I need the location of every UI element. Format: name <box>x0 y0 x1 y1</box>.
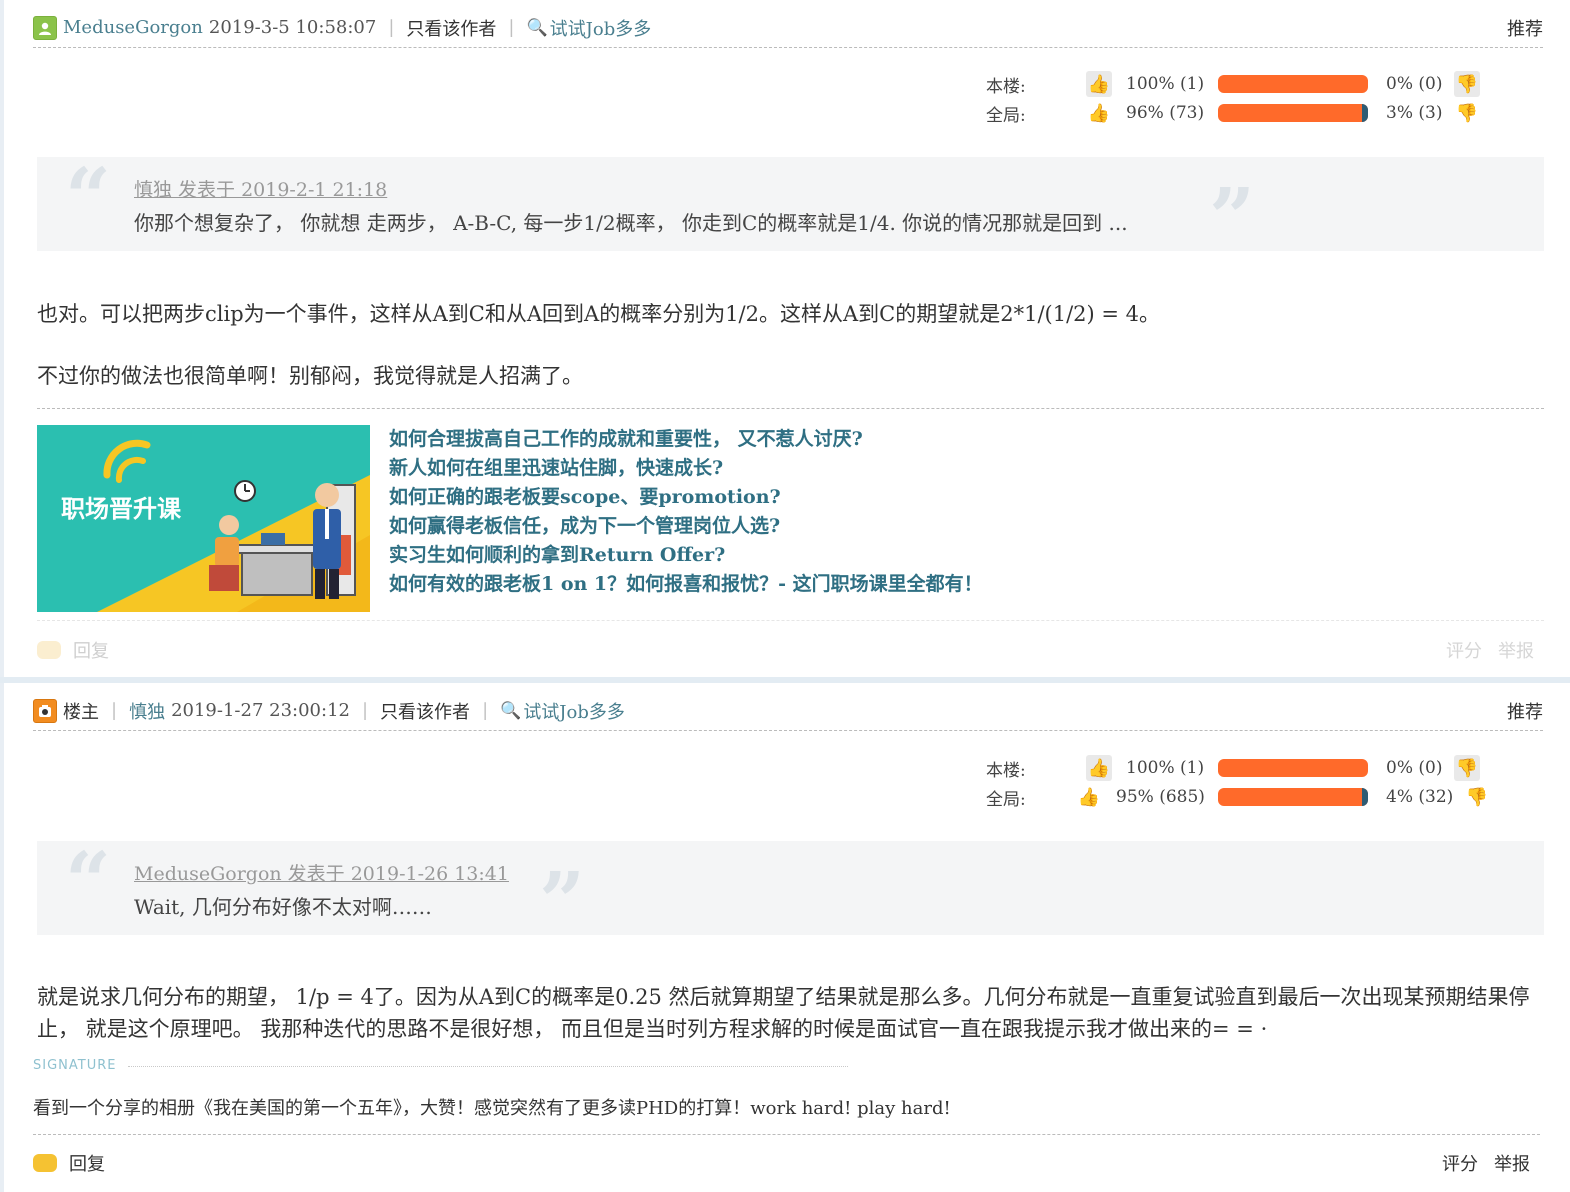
vote-row-global: 全局: 👍 96% (73) 3% (3) 👎 <box>986 99 1506 127</box>
vote-floor-down: 0% (0) <box>1386 74 1443 94</box>
divider: | <box>508 17 515 38</box>
thumbs-up-icon: 👍 <box>1077 786 1101 808</box>
post-paragraph: 不过你的做法也很简单啊！别郁闷，我觉得就是人招满了。 <box>37 364 583 388</box>
try-job-link[interactable]: 🔍 试试Job多多 <box>500 698 625 724</box>
ad-link[interactable]: 如何赢得老板信任，成为下一个管理岗位人选? <box>389 512 983 541</box>
post-footer: 回复 评分 举报 <box>37 636 1534 664</box>
thumbs-down-icon: 👎 <box>1455 102 1479 124</box>
vote-floor-label: 本楼: <box>986 760 1026 781</box>
quote-text: 你那个想复杂了， 你就想 走两步， A-B-C, 每一步1/2概率， 你走到C的… <box>134 211 1128 235</box>
vote-row-floor: 本楼: 👍 100% (1) 0% (0) 👎 <box>986 70 1506 98</box>
quote-close-icon: ” <box>539 854 586 948</box>
author-name-link[interactable]: 慎独 <box>129 698 165 724</box>
vote-global-label: 全局: <box>986 789 1026 810</box>
thumbs-down-icon: 👎 <box>1465 786 1489 808</box>
vote-global-up: 96% (73) <box>1126 103 1205 123</box>
quote-close-icon: ” <box>1209 170 1256 264</box>
divider <box>128 1066 848 1067</box>
vote-floor-bar <box>1218 75 1368 93</box>
vote-floor-label: 本楼: <box>986 76 1026 97</box>
rate-button[interactable]: 评分 <box>1442 1150 1478 1176</box>
post-actions: 评分 举报 <box>1446 637 1534 663</box>
quote-block: “ MeduseGorgon 发表于 2019-1-26 13:41 Wait,… <box>37 834 1544 941</box>
quote-meta-link[interactable]: 慎独 发表于 2019-2-1 21:18 <box>134 175 387 202</box>
career-course-links: 如何合理拔高自己工作的成就和重要性， 又不惹人讨厌? 新人如何在组里迅速站住脚，… <box>389 425 983 599</box>
vote-floor-up: 100% (1) <box>1126 758 1205 778</box>
thumbs-down-icon[interactable]: 👎 <box>1454 71 1480 97</box>
vote-floor-bar <box>1218 759 1368 777</box>
divider <box>37 408 1544 409</box>
vote-global-bar <box>1218 788 1368 806</box>
report-button[interactable]: 举报 <box>1494 1150 1530 1176</box>
quote-open-icon: “ <box>65 834 112 928</box>
vote-bar-down-part <box>1362 788 1368 806</box>
banner-title: 职场晋升课 <box>61 495 182 523</box>
signature-label: SIGNATURE <box>33 1058 117 1073</box>
recommend-button[interactable]: 推荐 <box>1507 15 1543 41</box>
ad-link[interactable]: 如何有效的跟老板1 on 1？如何报喜和报忧？- 这门职场课里全都有！ <box>389 570 983 599</box>
post-paragraph: 就是说求几何分布的期望， 1/p = 4了。因为从A到C的概率是0.25 然后就… <box>37 985 1530 1009</box>
quote-meta-link[interactable]: MeduseGorgon 发表于 2019-1-26 13:41 <box>134 859 509 886</box>
divider: | <box>482 700 489 721</box>
try-job-link[interactable]: 🔍 试试Job多多 <box>526 15 651 41</box>
speech-bubble-icon <box>33 1154 57 1172</box>
magnifier-icon: 🔍 <box>526 17 548 38</box>
vote-floor-up: 100% (1) <box>1126 74 1205 94</box>
post-paragraph: 也对。可以把两步clip为一个事件，这样从A到C和从A回到A的概率分别为1/2。… <box>37 302 1161 326</box>
vote-global-bar <box>1218 104 1368 122</box>
reply-button[interactable]: 回复 <box>69 1150 105 1176</box>
vote-global-label: 全局: <box>986 105 1026 126</box>
try-job-label: 试试Job多多 <box>523 701 625 723</box>
quote-open-icon: “ <box>65 150 112 244</box>
post-footer: 回复 评分 举报 <box>33 1149 1530 1177</box>
speech-bubble-icon <box>37 641 61 659</box>
only-author-link[interactable]: 只看该作者 <box>380 698 470 724</box>
vote-bar-down-part <box>1362 104 1368 122</box>
career-course-banner[interactable]: 职场晋升课 <box>37 425 370 612</box>
recommend-button[interactable]: 推荐 <box>1507 698 1543 724</box>
post-paragraph: 止， 就是这个原理吧。 我那种迭代的思路不是很好想， 而且但是当时列方程求解的时… <box>37 1017 1268 1041</box>
post-time: 2019-3-5 10:58:07 <box>208 17 377 38</box>
thumbs-up-icon: 👍 <box>1087 102 1111 124</box>
post-author-bar: 楼主 | 慎独 2019-1-27 23:00:12 | 只看该作者 | 🔍 试… <box>33 691 1543 731</box>
thumbs-up-icon[interactable]: 👍 <box>1086 71 1112 97</box>
vote-row-floor: 本楼: 👍 100% (1) 0% (0) 👎 <box>986 754 1506 782</box>
vote-row-global: 全局: 👍 95% (685) 4% (32) 👎 <box>986 783 1506 811</box>
ad-link[interactable]: 如何合理拔高自己工作的成就和重要性， 又不惹人讨厌? <box>389 425 983 454</box>
quote-text: Wait, 几何分布好像不太对啊…… <box>134 895 432 919</box>
vote-global-up: 95% (685) <box>1116 787 1205 807</box>
quote-block: “ 慎独 发表于 2019-2-1 21:18 你那个想复杂了， 你就想 走两步… <box>37 150 1544 257</box>
thumbs-up-icon[interactable]: 👍 <box>1086 755 1112 781</box>
post-1: MeduseGorgon 2019-3-5 10:58:07 | 只看该作者 |… <box>0 0 1570 677</box>
try-job-label: 试试Job多多 <box>549 18 652 40</box>
thread-owner-label: 楼主 <box>63 701 99 723</box>
divider <box>37 620 1544 621</box>
ad-link[interactable]: 如何正确的跟老板要scope、要promotion? <box>389 483 983 512</box>
post-actions: 评分 举报 <box>1442 1150 1530 1176</box>
post-author-bar: MeduseGorgon 2019-3-5 10:58:07 | 只看该作者 |… <box>33 8 1543 48</box>
ad-link[interactable]: 新人如何在组里迅速站住脚，快速成长? <box>389 454 983 483</box>
reply-button[interactable]: 回复 <box>73 637 109 663</box>
magnifier-icon: 🔍 <box>500 700 522 721</box>
user-avatar-icon[interactable] <box>33 15 57 40</box>
vote-floor-down: 0% (0) <box>1386 758 1443 778</box>
owner-avatar-icon[interactable] <box>33 698 57 723</box>
rate-button[interactable]: 评分 <box>1446 637 1482 663</box>
divider: | <box>111 700 118 721</box>
vote-global-down: 3% (3) <box>1386 103 1443 123</box>
divider: | <box>388 17 395 38</box>
signature-text: 看到一个分享的相册《我在美国的第一个五年》，大赞！感觉突然有了更多读PHD的打算… <box>33 1098 951 1119</box>
ad-link[interactable]: 实习生如何顺利的拿到Return Offer? <box>389 541 983 570</box>
vote-global-down: 4% (32) <box>1386 787 1454 807</box>
post-time: 2019-1-27 23:00:12 <box>171 700 350 721</box>
only-author-link[interactable]: 只看该作者 <box>406 15 496 41</box>
thumbs-down-icon[interactable]: 👎 <box>1454 755 1480 781</box>
report-button[interactable]: 举报 <box>1498 637 1534 663</box>
author-name-link[interactable]: MeduseGorgon <box>63 17 203 38</box>
divider <box>33 1134 1540 1135</box>
divider: | <box>361 700 369 721</box>
